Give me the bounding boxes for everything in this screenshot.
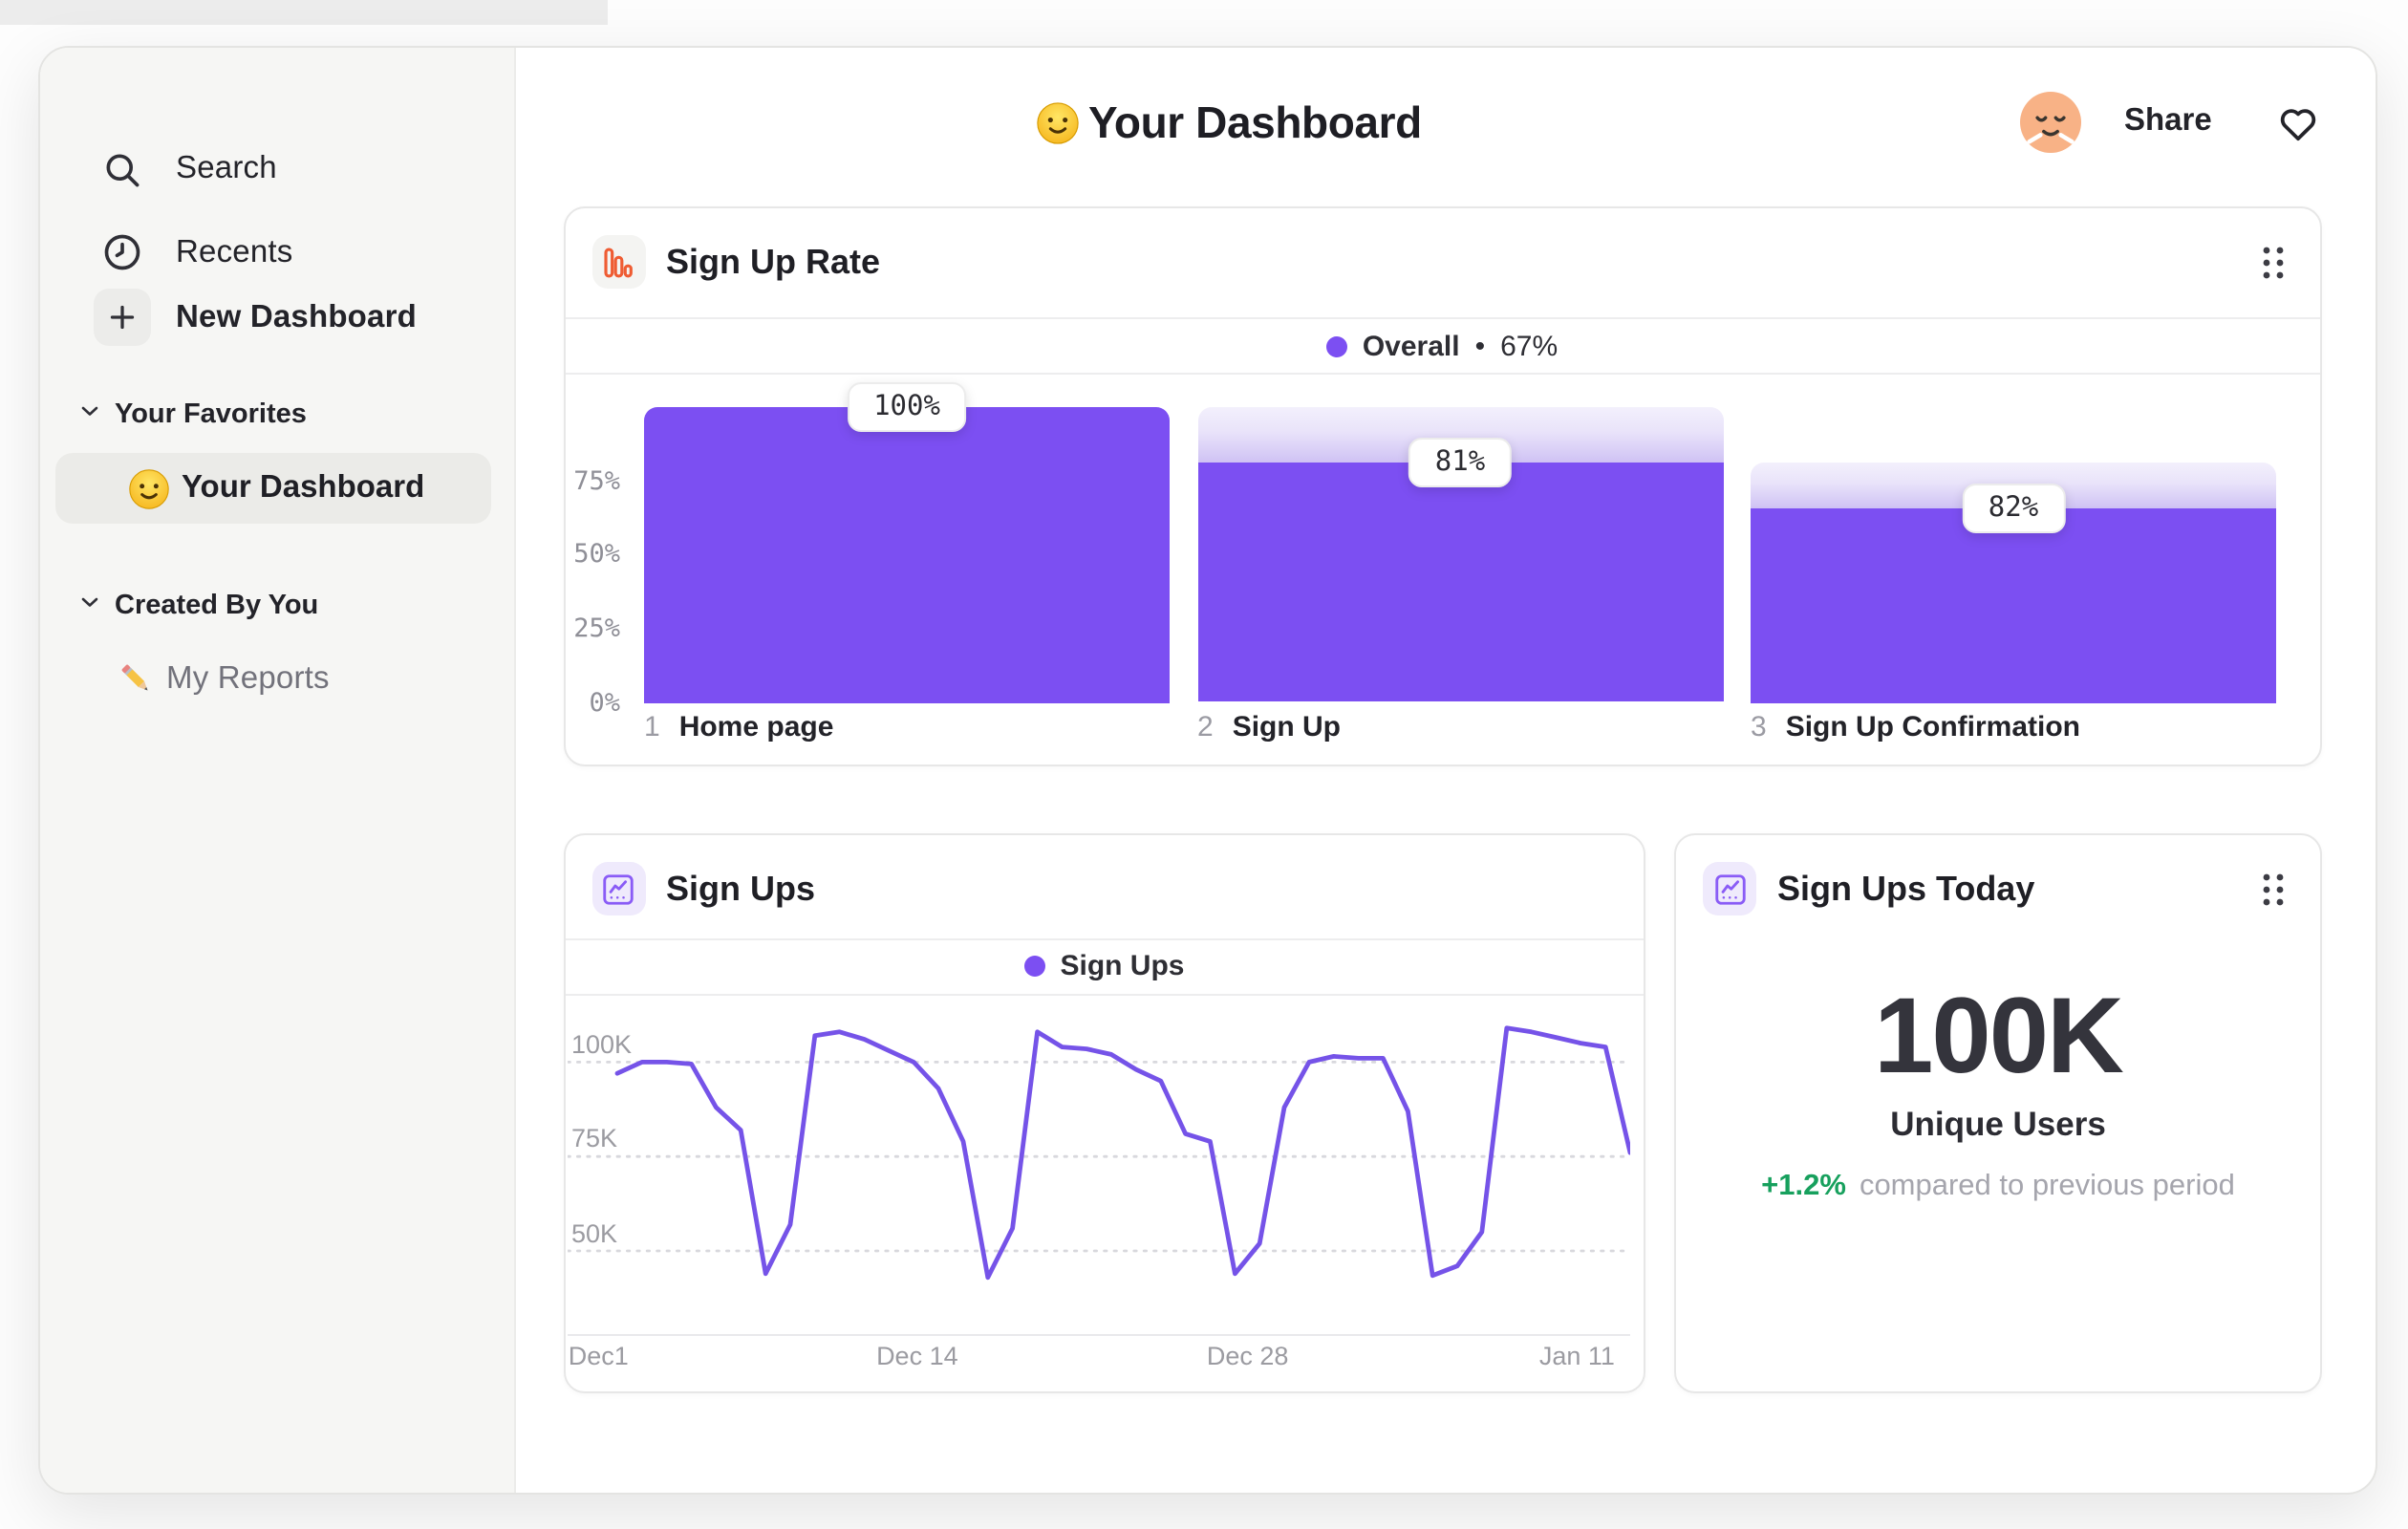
funnel-step-label: 2 Sign Up (1197, 711, 1341, 743)
smiley-emoji-icon (1036, 101, 1078, 143)
stat-caption: Unique Users (1890, 1105, 2106, 1143)
funnel-step-label: 3 Sign Up Confirmation (1751, 711, 2080, 743)
funnel-step-label: 1 Home page (644, 711, 833, 743)
divider (565, 316, 2319, 318)
sign-ups-today-card: Sign Ups Today 100K Unique Users +1.2% c… (1674, 833, 2322, 1392)
funnel-bar-converted (1197, 463, 1723, 702)
chevron-down-icon (78, 397, 101, 431)
dashboard-header: Your Dashboard Share (515, 47, 2375, 200)
smiley-emoji-icon (129, 468, 169, 508)
legend-dot (1325, 336, 1347, 357)
line-plot: 100K 75K 50K (568, 1013, 1630, 1334)
x-tick-label: Dec1 (568, 1342, 629, 1370)
sidebar-item-label: New Dashboard (176, 299, 417, 334)
insights-chart-icon (1703, 862, 1756, 915)
funnel-value-label: 100% (847, 382, 967, 432)
step-number: 1 (644, 711, 660, 743)
user-avatar[interactable] (2020, 92, 2081, 153)
stat-delta: +1.2% (1761, 1170, 1846, 1202)
stat-value: 100K (1874, 975, 2124, 1095)
legend-label: Sign Ups (1060, 950, 1185, 982)
funnel-value-label: 81% (1408, 438, 1513, 488)
line-legend: Sign Ups (565, 950, 1644, 982)
sidebar-item-search[interactable]: Search (40, 135, 513, 204)
x-axis-line (568, 1334, 1630, 1336)
legend-label: Overall (1362, 331, 1460, 363)
chevron-down-icon (78, 589, 101, 623)
stat-delta-note: compared to previous period (1859, 1170, 2235, 1202)
drag-handle-icon[interactable] (2260, 245, 2285, 291)
step-number: 2 (1197, 711, 1214, 743)
funnel-legend: Overall • 67% (565, 331, 2319, 363)
pencil-emoji-icon (121, 664, 148, 691)
screen: Search Recents New Dashboard Your Favori… (0, 0, 2408, 1529)
background-window-edge (0, 0, 608, 25)
stat-delta-row: +1.2% compared to previous period (1676, 1170, 2320, 1204)
sidebar: Search Recents New Dashboard Your Favori… (40, 47, 515, 1492)
search-icon (96, 148, 149, 190)
sidebar-section-label: Created By You (115, 591, 319, 621)
legend-separator: • (1474, 331, 1486, 363)
divider (565, 993, 1644, 995)
funnel-bar-converted (1751, 507, 2276, 702)
x-tick-label: Dec 14 (876, 1342, 958, 1370)
step-number: 3 (1751, 711, 1767, 743)
sidebar-item-your-dashboard[interactable]: Your Dashboard (55, 453, 491, 524)
sidebar-section-created-by-you[interactable]: Created By You (40, 581, 513, 631)
x-tick-label: Dec 28 (1206, 1342, 1289, 1370)
line-x-axis: Dec1 Dec 14 Dec 28 Jan 11 (568, 1342, 1630, 1376)
x-tick-label: Jan 11 (1538, 1342, 1615, 1370)
funnel-value-label: 82% (1961, 483, 2066, 533)
sidebar-item-label: My Reports (166, 661, 330, 696)
funnel-chart-icon (591, 235, 645, 289)
sign-ups-card: Sign Ups Sign Ups 100K 75K 50K Dec1 Dec 14 D… (563, 833, 1645, 1392)
sidebar-item-label: Search (176, 151, 277, 185)
favorite-heart-icon[interactable] (2273, 100, 2321, 156)
step-name: Sign Up (1232, 711, 1342, 743)
line-series (614, 1025, 1630, 1281)
sidebar-item-my-reports[interactable]: My Reports (40, 645, 513, 714)
step-name: Sign Up Confirmation (1785, 711, 2080, 743)
app-window: Search Recents New Dashboard Your Favori… (38, 45, 2376, 1494)
sidebar-item-label: Your Dashboard (182, 470, 425, 505)
y-tick-label: 25% (573, 613, 620, 644)
legend-value: 67% (1500, 331, 1559, 363)
funnel-y-axis: 75% 50% 25% 0% (565, 407, 620, 718)
line-chart-svg (568, 1025, 1630, 1281)
divider (565, 938, 1644, 940)
funnel-step-labels: 1 Home page 2 Sign Up 3 Sign Up Confirmation (565, 711, 2319, 753)
step-name: Home page (678, 711, 834, 743)
divider (565, 372, 2319, 374)
sidebar-section-your-favorites[interactable]: Your Favorites (40, 389, 513, 439)
card-title: Sign Ups (666, 870, 816, 908)
drag-handle-icon[interactable] (2261, 872, 2286, 917)
legend-dot (1023, 956, 1045, 977)
page-title: Your Dashboard (1088, 97, 1422, 146)
card-title: Sign Up Rate (666, 243, 881, 281)
sign-up-rate-card: Sign Up Rate Overall • 67% 75% 50% 25% 0% 1… (563, 206, 2321, 765)
y-tick-label: 50% (573, 539, 620, 571)
funnel-bar-converted (644, 407, 1170, 702)
card-title: Sign Ups Today (1777, 870, 2035, 908)
insights-chart-icon (591, 862, 645, 915)
sidebar-section-label: Your Favorites (115, 398, 307, 429)
sidebar-item-new-dashboard[interactable]: New Dashboard (40, 254, 513, 380)
plus-icon (94, 289, 151, 346)
funnel-bar[interactable] (644, 407, 1170, 702)
share-button[interactable]: Share (2124, 102, 2212, 139)
y-tick-label: 75% (573, 465, 620, 497)
funnel-plot: 100% 81% 82% (644, 382, 2276, 702)
